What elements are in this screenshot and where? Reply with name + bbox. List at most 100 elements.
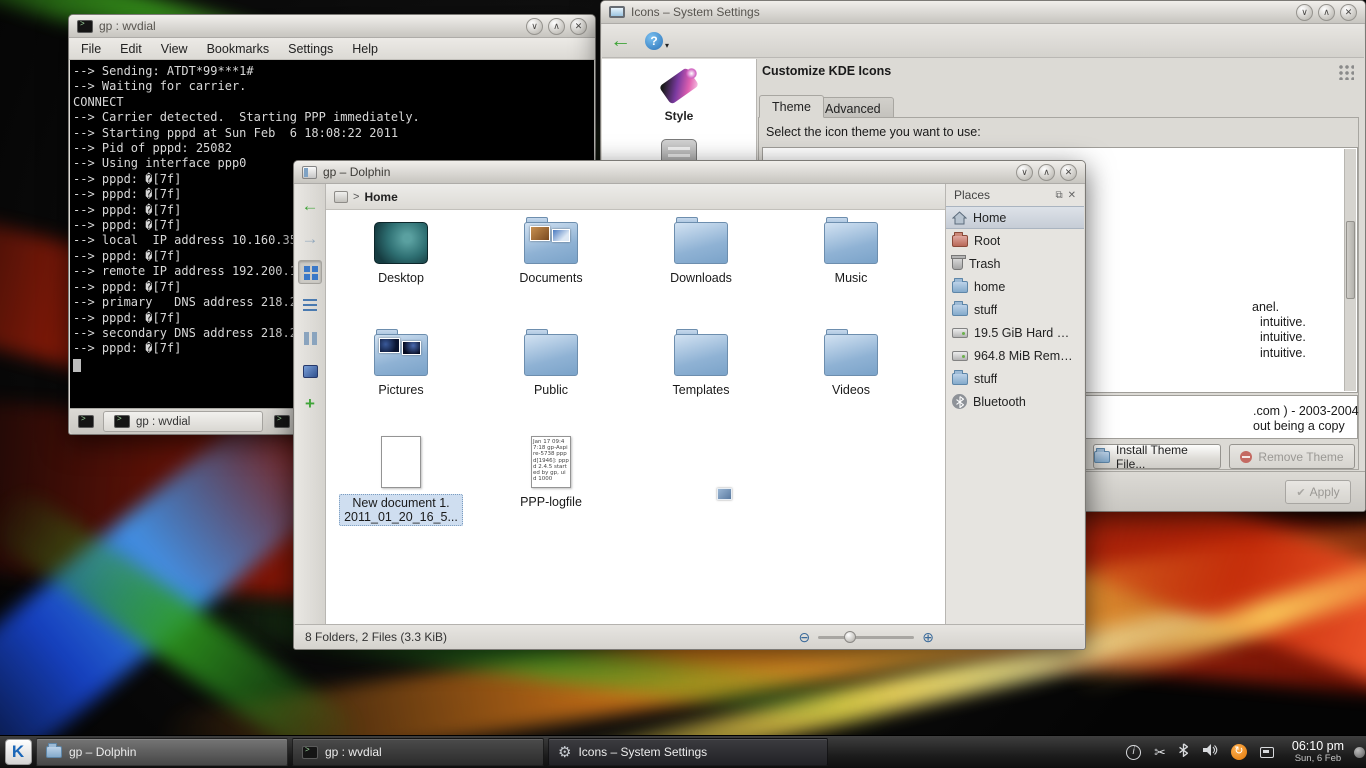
zoom-slider[interactable]	[818, 630, 914, 644]
forward-arrow-icon: →	[302, 229, 319, 249]
tab-theme[interactable]: Theme	[759, 95, 824, 118]
remove-theme-button[interactable]: Remove Theme	[1229, 444, 1355, 469]
tab-advanced[interactable]: Advanced	[812, 97, 894, 118]
style-icon	[657, 67, 701, 105]
device-notifier-icon[interactable]	[1260, 747, 1274, 758]
breadcrumb-home[interactable]: Home	[364, 190, 397, 204]
back-button[interactable]: ←	[298, 194, 322, 218]
panel-toolbox-button[interactable]	[1352, 736, 1366, 768]
dolphin-titlebar[interactable]: gp – Dolphin ∨ ∧ ✕	[294, 161, 1085, 184]
float-panel-icon[interactable]: ⧉	[1055, 190, 1062, 201]
zoom-out-icon[interactable]: ⊖	[799, 630, 811, 644]
terminal-window-title: gp : wvdial	[99, 19, 156, 33]
file-item-selected[interactable]: New document 1. 2011_01_20_16_5...	[326, 436, 476, 526]
theme-description-fragment: anel.	[1252, 300, 1279, 314]
places-item-home-dir[interactable]: home	[946, 275, 1084, 298]
menu-item-help[interactable]: Help	[352, 42, 378, 56]
new-tab-button[interactable]	[75, 411, 97, 432]
folder-item[interactable]: Music	[776, 222, 926, 285]
folder-item[interactable]: Documents	[476, 222, 626, 285]
places-item-bluetooth[interactable]: Bluetooth	[946, 390, 1084, 413]
icons-view-button[interactable]	[298, 260, 322, 284]
maximize-icon[interactable]: ∧	[548, 18, 565, 35]
bluetooth-tray-icon[interactable]	[1179, 743, 1188, 762]
menu-item-view[interactable]: View	[161, 42, 188, 56]
dolphin-toolbar: ← → +	[295, 184, 326, 624]
taskbar-task-dolphin[interactable]: gp – Dolphin	[36, 738, 288, 766]
taskbar-task-system-settings[interactable]: ⚙ Icons – System Settings	[548, 738, 828, 766]
stray-file-thumbnail	[717, 488, 732, 500]
close-icon[interactable]: ✕	[1340, 4, 1357, 21]
forward-button[interactable]: →	[298, 227, 322, 251]
folder-item[interactable]: Pictures	[326, 334, 476, 397]
folder-view[interactable]: Desktop Documents Downloads Music P	[326, 210, 945, 624]
breadcrumb: > Home	[326, 184, 945, 210]
maximize-icon[interactable]: ∧	[1038, 164, 1055, 181]
menu-item-bookmarks[interactable]: Bookmarks	[207, 42, 270, 56]
places-item-label: 19.5 GiB Hard Drive	[974, 326, 1078, 340]
minimize-icon[interactable]: ∨	[526, 18, 543, 35]
sidebar-item-label: Style	[665, 109, 694, 123]
terminal-titlebar[interactable]: gp : wvdial ∨ ∧ ✕	[69, 15, 595, 38]
help-button[interactable]: ? ▾	[645, 32, 669, 50]
file-item[interactable]: Jan 17 09:47:18 gp-Aspire-5738 pppd[1946…	[476, 436, 626, 509]
places-item-trash[interactable]: Trash	[946, 252, 1084, 275]
details-view-button[interactable]	[298, 293, 322, 317]
preview-button[interactable]	[298, 359, 322, 383]
clock-time: 06:10 pm	[1292, 739, 1344, 753]
folder-item[interactable]: Desktop	[326, 222, 476, 285]
folder-item[interactable]: Templates	[626, 334, 776, 397]
dolphin-window: gp – Dolphin ∨ ∧ ✕ ← → + > Home	[293, 160, 1086, 650]
places-item-home[interactable]: Home	[946, 206, 1084, 229]
theme-description-fragment: intuitive.	[1260, 330, 1306, 344]
settings-titlebar[interactable]: Icons – System Settings ∨ ∧ ✕	[601, 1, 1365, 24]
minimize-icon[interactable]: ∨	[1016, 164, 1033, 181]
folder-item[interactable]: Downloads	[626, 222, 776, 285]
columns-view-button[interactable]	[298, 326, 322, 350]
scrollbar[interactable]	[1344, 149, 1356, 391]
places-item-stuff2[interactable]: stuff	[946, 367, 1084, 390]
kde-menu-button[interactable]: K	[0, 736, 36, 768]
scrollbar-thumb[interactable]	[1346, 221, 1355, 299]
taskbar-task-wvdial[interactable]: gp : wvdial	[292, 738, 544, 766]
plus-icon: +	[305, 394, 315, 414]
settings-window-title: Icons – System Settings	[631, 5, 760, 19]
install-theme-button[interactable]: Install Theme File...	[1093, 444, 1221, 469]
klipper-scissors-icon[interactable]: ✂	[1154, 745, 1166, 759]
menu-item-file[interactable]: File	[81, 42, 101, 56]
places-item-label: Bluetooth	[973, 395, 1026, 409]
digital-clock[interactable]: 06:10 pm Sun, 6 Feb	[1284, 736, 1352, 768]
places-item-removable[interactable]: 964.8 MiB Remov...	[946, 344, 1084, 367]
terminal-tab[interactable]: gp : wvdial	[103, 411, 263, 432]
folder-item[interactable]: Videos	[776, 334, 926, 397]
tab-list-button[interactable]	[271, 411, 293, 432]
zoom-in-icon[interactable]: ⊕	[922, 630, 934, 644]
system-settings-window-icon	[609, 6, 625, 18]
places-root-icon[interactable]	[334, 191, 348, 203]
details-view-icon	[303, 299, 317, 301]
notifications-icon[interactable]: i	[1126, 745, 1141, 760]
zoom-slider-handle[interactable]	[844, 631, 856, 643]
folder-label: Desktop	[378, 271, 424, 285]
grid-icon[interactable]	[1338, 64, 1354, 80]
places-item-hard-drive[interactable]: 19.5 GiB Hard Drive	[946, 321, 1084, 344]
places-item-root[interactable]: Root	[946, 229, 1084, 252]
apply-button[interactable]: ✔ Apply	[1285, 480, 1351, 504]
close-icon[interactable]: ✕	[570, 18, 587, 35]
minimize-icon[interactable]: ∨	[1296, 4, 1313, 21]
split-view-button[interactable]: +	[298, 392, 322, 416]
volume-icon[interactable]	[1201, 743, 1218, 762]
close-icon[interactable]: ✕	[1060, 164, 1077, 181]
maximize-icon[interactable]: ∧	[1318, 4, 1335, 21]
menu-item-settings[interactable]: Settings	[288, 42, 333, 56]
folder-label: Pictures	[378, 383, 423, 397]
terminal-line: --> Starting pppd at Sun Feb 6 18:08:22 …	[73, 126, 591, 141]
sidebar-item-style[interactable]: Style	[602, 59, 756, 123]
menu-item-edit[interactable]: Edit	[120, 42, 142, 56]
folder-item[interactable]: Public	[476, 334, 626, 397]
updates-icon[interactable]: ↻	[1231, 744, 1247, 760]
close-panel-icon[interactable]: ✕	[1068, 190, 1076, 201]
places-item-stuff[interactable]: stuff	[946, 298, 1084, 321]
dolphin-window-title: gp – Dolphin	[323, 165, 390, 179]
back-arrow-icon[interactable]: ←	[610, 31, 631, 51]
